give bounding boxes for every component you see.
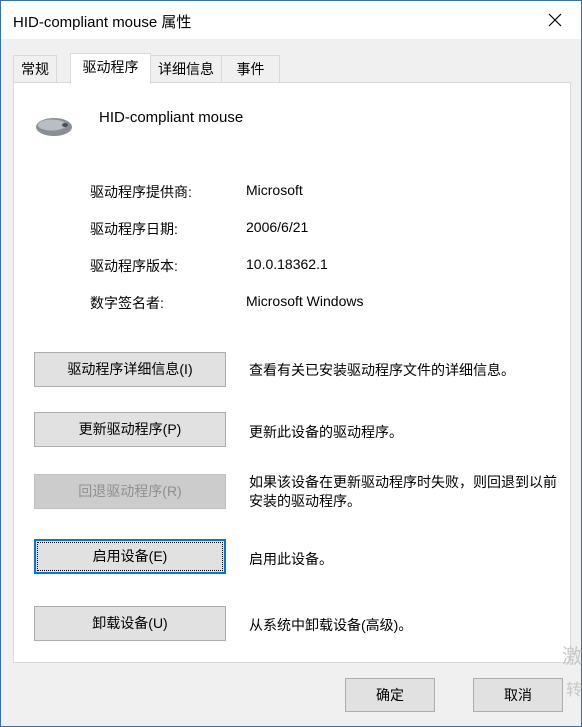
tab-details[interactable]: 详细信息 — [149, 55, 223, 82]
rollback-driver-button[interactable]: 回退驱动程序(R) — [34, 474, 226, 509]
enable-device-button[interactable]: 启用设备(E) — [34, 539, 226, 574]
tab-general[interactable]: 常规 — [13, 55, 57, 82]
title-bar: HID-compliant mouse 属性 — [1, 1, 581, 39]
rollback-driver-desc: 如果该设备在更新驱动程序时失败，则回退到以前安装的驱动程序。 — [249, 474, 557, 509]
provider-value: Microsoft — [246, 182, 303, 198]
device-name: HID-compliant mouse — [99, 109, 244, 126]
provider-label: 驱动程序提供商: — [90, 184, 192, 200]
date-label: 驱动程序日期: — [90, 221, 178, 237]
version-value: 10.0.18362.1 — [246, 256, 328, 272]
focus-ring — [37, 542, 223, 571]
driver-details-button[interactable]: 驱动程序详细信息(I) — [34, 352, 226, 387]
window-title: HID-compliant mouse 属性 — [13, 14, 192, 31]
close-icon — [548, 13, 562, 27]
signer-label: 数字签名者: — [90, 295, 164, 311]
driver-details-desc: 查看有关已安装驱动程序文件的详细信息。 — [249, 362, 515, 378]
uninstall-device-button[interactable]: 卸载设备(U) — [34, 606, 226, 641]
mouse-icon — [36, 118, 72, 136]
tab-driver[interactable]: 驱动程序 — [70, 53, 151, 84]
close-button[interactable] — [537, 3, 573, 37]
signer-value: Microsoft Windows — [246, 293, 364, 309]
watermark-line2: 转 — [565, 682, 582, 699]
tab-events[interactable]: 事件 — [221, 55, 280, 82]
enable-device-desc: 启用此设备。 — [249, 551, 333, 567]
watermark-line1: 激 — [562, 646, 582, 668]
update-driver-button[interactable]: 更新驱动程序(P) — [34, 412, 226, 447]
update-driver-desc: 更新此设备的驱动程序。 — [249, 424, 403, 440]
uninstall-device-desc: 从系统中卸载设备(高级)。 — [249, 617, 413, 633]
date-value: 2006/6/21 — [246, 219, 309, 235]
driver-panel: HID-compliant mouse 驱动程序提供商: Microsoft 驱… — [13, 82, 571, 663]
ok-button[interactable]: 确定 — [345, 678, 435, 712]
version-label: 驱动程序版本: — [90, 258, 178, 274]
properties-dialog: HID-compliant mouse 属性 常规 驱动程序 详细信息 事件 H… — [0, 0, 582, 727]
cancel-button[interactable]: 取消 — [473, 678, 563, 712]
